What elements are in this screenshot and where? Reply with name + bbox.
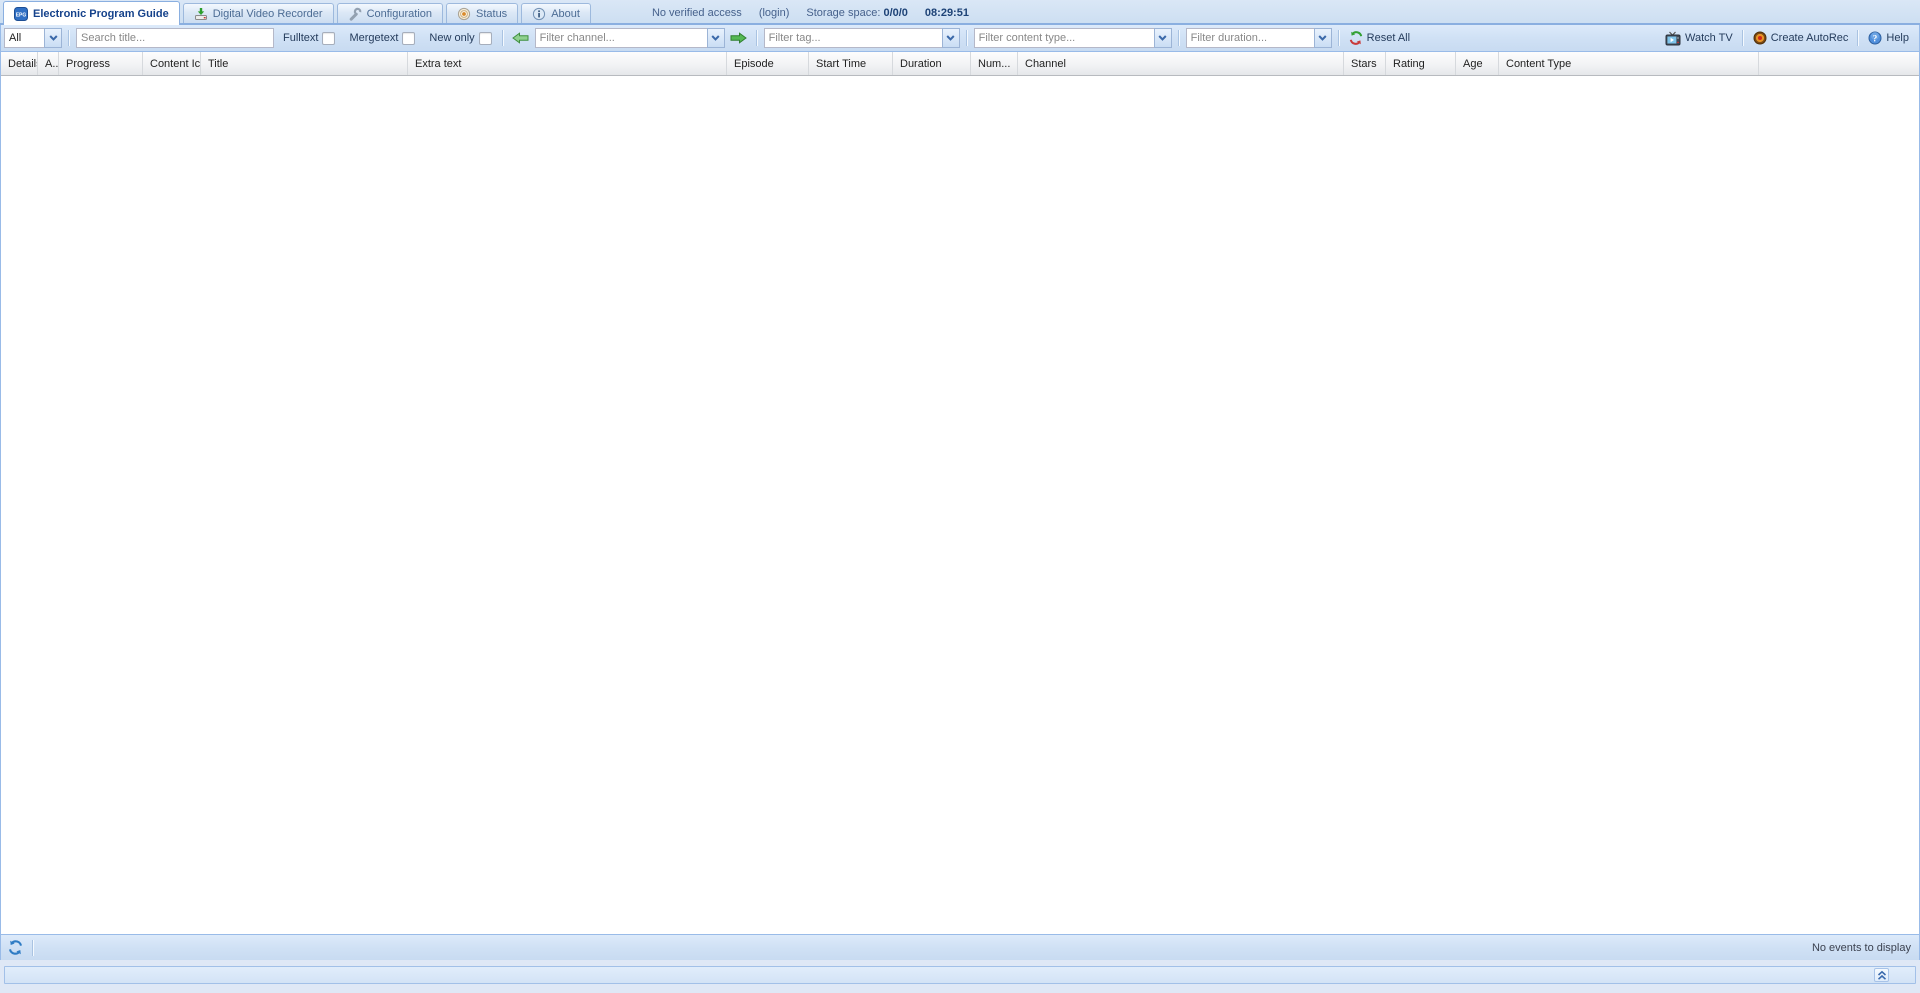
toolbar-separator: [32, 940, 34, 956]
main-tab-strip: EPG Electronic Program Guide Digital Vid…: [0, 0, 1920, 25]
toolbar-separator: [1178, 30, 1180, 46]
column-header-episode[interactable]: Episode: [727, 52, 809, 75]
toolbar-separator: [502, 30, 504, 46]
tab-status[interactable]: Status: [446, 3, 518, 23]
toolbar-separator: [68, 30, 70, 46]
filter-content-type-combo: [974, 28, 1172, 48]
epg-filter-toolbar: Fulltext Mergetext New only: [1, 25, 1919, 52]
tab-digital-video-recorder[interactable]: Digital Video Recorder: [183, 3, 334, 23]
column-header-details[interactable]: Details: [1, 52, 38, 75]
expand-panel-button[interactable]: [1874, 968, 1889, 982]
epg-icon: EPG: [14, 7, 28, 21]
column-header-content-type[interactable]: Content Type: [1499, 52, 1759, 75]
tab-label: About: [551, 8, 580, 20]
column-header-age[interactable]: Age: [1456, 52, 1499, 75]
reset-icon: [1349, 31, 1363, 45]
epg-mode-combo: [4, 28, 62, 48]
column-header-progress[interactable]: Progress: [59, 52, 143, 75]
chevron-double-up-icon: [1877, 970, 1887, 981]
bottom-dock: [0, 960, 1920, 993]
column-header-rating[interactable]: Rating: [1386, 52, 1456, 75]
fulltext-label: Fulltext: [283, 32, 318, 44]
column-header-extra-text[interactable]: Extra text: [408, 52, 727, 75]
tab-label: Digital Video Recorder: [213, 8, 323, 20]
storage-space-label: Storage space:: [806, 7, 880, 19]
collapsed-status-panel: [4, 966, 1916, 984]
watch-tv-label: Watch TV: [1685, 32, 1733, 44]
svg-text:?: ?: [1873, 33, 1878, 43]
tab-about[interactable]: About: [521, 3, 591, 23]
filter-duration-chevron-down-icon[interactable]: [1314, 28, 1332, 48]
dvr-icon: [194, 7, 208, 21]
empty-events-message: No events to display: [1812, 942, 1911, 954]
search-title-input[interactable]: [76, 28, 274, 48]
new-only-checkbox[interactable]: [479, 32, 492, 45]
reset-all-label: Reset All: [1367, 32, 1410, 44]
previous-channel-arrow-left-icon[interactable]: [510, 28, 532, 48]
column-header-duration[interactable]: Duration: [893, 52, 971, 75]
storage-space-value: 0/0/0: [883, 7, 907, 19]
column-header-a[interactable]: A...: [38, 52, 59, 75]
toolbar-separator: [1338, 30, 1340, 46]
login-link[interactable]: (login): [759, 7, 790, 19]
column-header-stars[interactable]: Stars: [1344, 52, 1386, 75]
fulltext-checkbox[interactable]: [322, 32, 335, 45]
svg-text:EPG: EPG: [16, 12, 27, 18]
tab-label: Electronic Program Guide: [33, 8, 169, 20]
filter-channel-input[interactable]: [535, 28, 707, 48]
help-icon: ?: [1868, 31, 1882, 45]
next-channel-arrow-right-icon[interactable]: [728, 28, 750, 48]
create-autorec-label: Create AutoRec: [1771, 32, 1849, 44]
column-header-title[interactable]: Title: [201, 52, 408, 75]
toolbar-separator: [756, 30, 758, 46]
new-only-label: New only: [429, 32, 474, 44]
tab-label: Configuration: [367, 8, 432, 20]
column-header-start-time[interactable]: Start Time: [809, 52, 893, 75]
toolbar-separator: [1742, 30, 1744, 46]
column-header-content-icon[interactable]: Content Ic...: [143, 52, 201, 75]
column-header-filler: [1759, 52, 1919, 75]
create-autorec-button[interactable]: Create AutoRec: [1750, 28, 1852, 48]
storage-space: Storage space: 0/0/0: [806, 7, 908, 19]
help-button[interactable]: ? Help: [1865, 28, 1912, 48]
column-header-number[interactable]: Num...: [971, 52, 1018, 75]
toolbar-separator: [1857, 30, 1859, 46]
filter-duration-input[interactable]: [1186, 28, 1314, 48]
watch-tv-icon: [1665, 31, 1681, 46]
filter-content-type-input[interactable]: [974, 28, 1154, 48]
autorec-icon: [1753, 31, 1767, 45]
filter-content-type-chevron-down-icon[interactable]: [1154, 28, 1172, 48]
epg-mode-chevron-down-icon[interactable]: [44, 28, 62, 48]
mergetext-checkbox[interactable]: [402, 32, 415, 45]
clock: 08:29:51: [925, 7, 969, 19]
tab-label: Status: [476, 8, 507, 20]
refresh-icon: [8, 940, 23, 955]
column-header-channel[interactable]: Channel: [1018, 52, 1344, 75]
access-status-text: No verified access: [652, 7, 742, 19]
epg-panel: Fulltext Mergetext New only: [0, 25, 1920, 960]
status-eye-icon: [457, 7, 471, 21]
mergetext-label: Mergetext: [349, 32, 398, 44]
info-icon: [532, 7, 546, 21]
epg-grid-header: Details A... Progress Content Ic... Titl…: [1, 52, 1919, 76]
epg-grid-body: [1, 76, 1919, 934]
wrench-icon: [348, 7, 362, 21]
topbar-status-area: No verified access (login) Storage space…: [652, 7, 969, 19]
filter-tag-input[interactable]: [764, 28, 942, 48]
filter-channel-combo: [535, 28, 725, 48]
tab-electronic-program-guide[interactable]: EPG Electronic Program Guide: [3, 1, 180, 25]
filter-duration-combo: [1186, 28, 1332, 48]
help-label: Help: [1886, 32, 1909, 44]
filter-tag-combo: [764, 28, 960, 48]
paging-toolbar: No events to display: [1, 934, 1919, 960]
reset-all-button[interactable]: Reset All: [1346, 28, 1413, 48]
filter-tag-chevron-down-icon[interactable]: [942, 28, 960, 48]
filter-channel-chevron-down-icon[interactable]: [707, 28, 725, 48]
tvheadend-app: EPG Electronic Program Guide Digital Vid…: [0, 0, 1920, 993]
tab-configuration[interactable]: Configuration: [337, 3, 443, 23]
epg-mode-input[interactable]: [4, 28, 44, 48]
watch-tv-button[interactable]: Watch TV: [1662, 28, 1736, 48]
refresh-button[interactable]: [4, 938, 26, 958]
toolbar-separator: [966, 30, 968, 46]
